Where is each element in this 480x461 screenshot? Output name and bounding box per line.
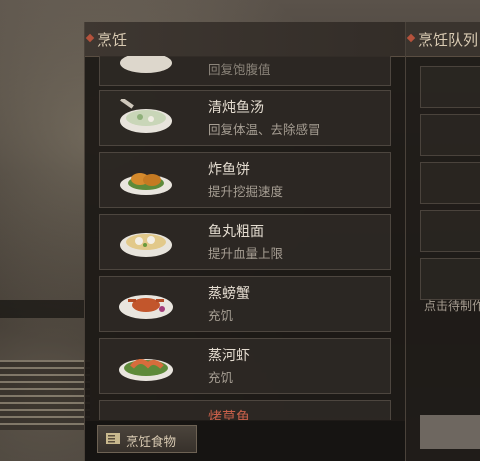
header-diamond-icon: [85, 33, 95, 43]
cook-food-button[interactable]: 烹饪食物: [97, 425, 197, 453]
recipe-item[interactable]: 炸鱼饼 提升挖掘速度: [99, 152, 391, 208]
queue-hint: 点击待制作: [424, 299, 480, 313]
recipe-item[interactable]: 清炖鱼汤 回复体温、去除感冒: [99, 90, 391, 146]
recipe-list[interactable]: 回复饱腹值 清炖鱼汤 回复体温、去除感冒 炸鱼饼 提升挖掘速度 鱼丸粗面 提升血…: [99, 56, 391, 420]
background-grill: [0, 360, 90, 430]
recipe-item[interactable]: 烤草鱼: [99, 400, 391, 420]
cooking-queue-header: 烹饪队列: [406, 22, 480, 57]
cooking-queue-panel: 烹饪队列 点击待制作: [406, 22, 480, 461]
queue-action-button[interactable]: [420, 415, 480, 449]
queue-slot[interactable]: [420, 258, 480, 300]
recipe-description: 充饥: [208, 308, 234, 323]
queue-slot[interactable]: [420, 66, 480, 108]
header-diamond-icon: [406, 33, 416, 43]
background-shelf: [0, 300, 86, 318]
recipe-name: 烤草鱼: [208, 410, 250, 420]
queue-slot[interactable]: [420, 114, 480, 156]
recipe-description: 充饥: [208, 370, 234, 385]
cooking-panel: 烹饪 回复饱腹值 清炖鱼汤 回复体温、去除感冒 炸鱼饼 提升挖掘速度 鱼丸粗面 …: [84, 22, 406, 461]
queue-slot[interactable]: [420, 162, 480, 204]
recipe-name: 炸鱼饼: [208, 162, 250, 178]
cooking-panel-footer: 烹饪食物: [85, 421, 405, 461]
recipe-description: 提升血量上限: [208, 246, 284, 261]
recipe-item[interactable]: 鱼丸粗面 提升血量上限: [99, 214, 391, 270]
recipe-name: 鱼丸粗面: [208, 224, 264, 240]
recipe-item[interactable]: 蒸螃蟹 充饥: [99, 276, 391, 332]
cooking-panel-title: 烹饪: [97, 31, 128, 49]
fishball-noodles-icon: [120, 233, 172, 257]
recipe-item[interactable]: 蒸河虾 充饥: [99, 338, 391, 394]
dish-icon: [120, 56, 172, 73]
queue-slot[interactable]: [420, 210, 480, 252]
recipe-name: 蒸螃蟹: [208, 286, 250, 302]
recipe-item[interactable]: 回复饱腹值: [99, 56, 391, 86]
recipe-name: 回复饱腹值: [208, 62, 271, 77]
recipe-description: 回复体温、去除感冒: [208, 122, 321, 137]
cookbook-icon: [106, 433, 120, 444]
steamed-shrimp-icon: [119, 359, 173, 381]
recipe-description: 提升挖掘速度: [208, 184, 284, 199]
cook-food-button-label: 烹饪食物: [126, 434, 177, 449]
cooking-queue-title: 烹饪队列: [418, 31, 479, 49]
recipe-name: 清炖鱼汤: [208, 100, 264, 116]
recipe-name: 蒸河虾: [208, 348, 250, 364]
fried-fish-cake-icon: [120, 173, 172, 195]
fish-soup-icon: [120, 99, 172, 133]
steamed-crab-icon: [119, 295, 173, 319]
cooking-panel-header: 烹饪: [85, 22, 405, 57]
